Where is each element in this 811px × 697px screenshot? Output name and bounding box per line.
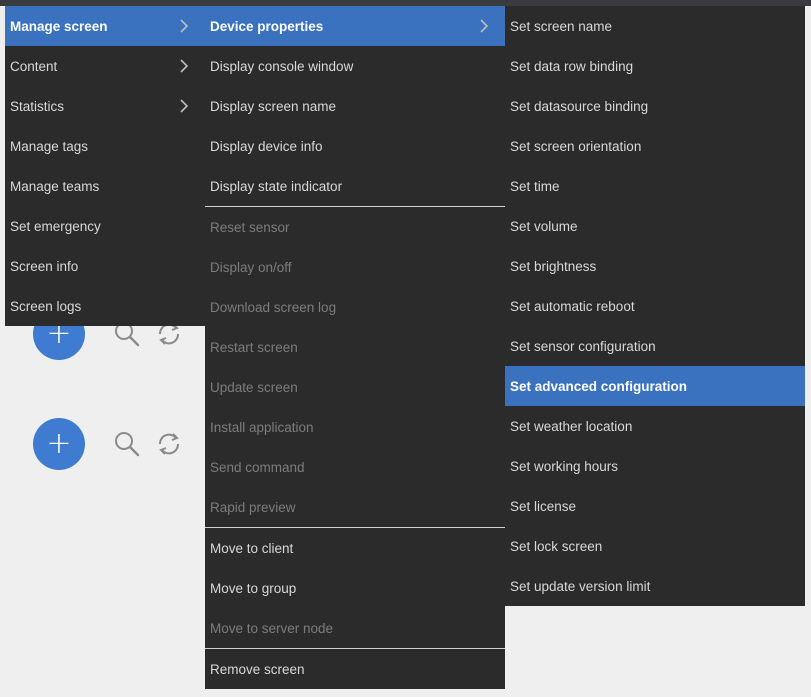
menu-item-label: Display state indicator <box>210 178 343 194</box>
menu-item-label: Update screen <box>210 379 298 395</box>
menu-item-set-volume[interactable]: Set volume <box>505 206 805 246</box>
menu-item-set-advanced-configuration[interactable]: Set advanced configuration <box>505 366 805 406</box>
menu-item-label: Manage tags <box>10 138 89 154</box>
menu-item-set-sensor-configuration[interactable]: Set sensor configuration <box>505 326 805 366</box>
menu-item-manage-screen[interactable]: Manage screen <box>5 6 205 46</box>
menu-item-label: Move to server node <box>210 620 334 636</box>
add-symbol: + <box>46 426 72 461</box>
context-menu-level-2: Device properties Display console window D… <box>205 6 505 689</box>
menu-item-label: Set lock screen <box>510 538 603 554</box>
menu-item-manage-tags[interactable]: Manage tags <box>5 126 205 166</box>
menu-item-set-screen-name[interactable]: Set screen name <box>505 6 805 46</box>
menu-item-label: Display screen name <box>210 98 337 114</box>
menu-item-label: Reset sensor <box>210 219 290 235</box>
menu-item-label: Set screen orientation <box>510 138 642 154</box>
menu-item-move-to-client[interactable]: Move to client <box>205 528 505 568</box>
menu-item-label: Set datasource binding <box>510 98 649 114</box>
menu-item-set-working-hours[interactable]: Set working hours <box>505 446 805 486</box>
menu-item-label: Set brightness <box>510 258 597 274</box>
menu-item-set-lock-screen[interactable]: Set lock screen <box>505 526 805 566</box>
menu-item-screen-info[interactable]: Screen info <box>5 246 205 286</box>
menu-item-label: Set update version limit <box>510 578 651 594</box>
menu-item-set-data-row-binding[interactable]: Set data row binding <box>505 46 805 86</box>
menu-item-manage-teams[interactable]: Manage teams <box>5 166 205 206</box>
menu-item-display-device-info[interactable]: Display device info <box>205 126 505 166</box>
menu-item-screen-logs[interactable]: Screen logs <box>5 286 205 326</box>
menu-item-remove-screen[interactable]: Remove screen <box>205 649 505 689</box>
search-icon[interactable] <box>113 430 141 458</box>
menu-item-set-time[interactable]: Set time <box>505 166 805 206</box>
menu-item-set-weather-location[interactable]: Set weather location <box>505 406 805 446</box>
menu-item-display-on-off: Display on/off <box>205 247 505 287</box>
menu-item-label: Screen logs <box>10 298 82 314</box>
menu-item-label: Set license <box>510 498 577 514</box>
menu-item-label: Move to client <box>210 540 294 556</box>
menu-item-display-state-indicator[interactable]: Display state indicator <box>205 166 505 206</box>
menu-item-send-command: Send command <box>205 447 505 487</box>
menu-item-display-screen-name[interactable]: Display screen name <box>205 86 505 126</box>
menu-item-label: Set advanced configuration <box>510 378 688 394</box>
menu-item-move-to-server-node: Move to server node <box>205 608 505 648</box>
menu-item-set-update-version-limit[interactable]: Set update version limit <box>505 566 805 606</box>
menu-item-label: Display device info <box>210 138 323 154</box>
menu-item-label: Install application <box>210 419 314 435</box>
menu-item-label: Screen info <box>10 258 79 274</box>
menu-item-device-properties[interactable]: Device properties <box>205 6 505 46</box>
menu-item-label: Device properties <box>210 18 324 34</box>
menu-item-label: Display on/off <box>210 259 292 275</box>
chevron-right-icon <box>177 19 191 33</box>
menu-item-label: Set weather location <box>510 418 633 434</box>
menu-item-label: Manage screen <box>10 18 108 34</box>
menu-item-label: Set sensor configuration <box>510 338 656 354</box>
menu-item-set-datasource-binding[interactable]: Set datasource binding <box>505 86 805 126</box>
add-button[interactable]: + <box>33 418 85 470</box>
menu-item-label: Remove screen <box>210 661 305 677</box>
menu-item-label: Set automatic reboot <box>510 298 635 314</box>
menu-item-content[interactable]: Content <box>5 46 205 86</box>
menu-item-label: Download screen log <box>210 299 337 315</box>
menu-item-label: Set screen name <box>510 18 613 34</box>
menu-item-set-automatic-reboot[interactable]: Set automatic reboot <box>505 286 805 326</box>
menu-item-install-application: Install application <box>205 407 505 447</box>
menu-item-label: Send command <box>210 459 305 475</box>
menu-item-label: Set volume <box>510 218 578 234</box>
toolbar-row-2: + <box>33 418 183 470</box>
menu-item-set-brightness[interactable]: Set brightness <box>505 246 805 286</box>
menu-item-display-console-window[interactable]: Display console window <box>205 46 505 86</box>
chevron-right-icon <box>177 59 191 73</box>
menu-item-set-screen-orientation[interactable]: Set screen orientation <box>505 126 805 166</box>
menu-item-label: Statistics <box>10 98 65 114</box>
chevron-right-icon <box>477 19 491 33</box>
menu-item-update-screen: Update screen <box>205 367 505 407</box>
menu-item-label: Set time <box>510 178 560 194</box>
menu-item-statistics[interactable]: Statistics <box>5 86 205 126</box>
menu-item-label: Move to group <box>210 580 297 596</box>
menu-item-reset-sensor: Reset sensor <box>205 207 505 247</box>
menu-item-label: Set data row binding <box>510 58 634 74</box>
menu-item-set-emergency[interactable]: Set emergency <box>5 206 205 246</box>
menu-item-label: Set emergency <box>10 218 101 234</box>
menu-item-restart-screen: Restart screen <box>205 327 505 367</box>
refresh-icon[interactable] <box>155 430 183 458</box>
menu-item-label: Restart screen <box>210 339 298 355</box>
menu-item-set-license[interactable]: Set license <box>505 486 805 526</box>
chevron-right-icon <box>177 99 191 113</box>
menu-item-label: Content <box>10 58 58 74</box>
menu-item-label: Manage teams <box>10 178 100 194</box>
context-menu-level-3: Set screen name Set data row binding Set d… <box>505 6 805 606</box>
menu-item-label: Display console window <box>210 58 354 74</box>
menu-item-label: Set working hours <box>510 458 619 474</box>
context-menu-level-1: Manage screen Content Statistics Manage tag… <box>5 6 205 326</box>
menu-item-download-screen-log: Download screen log <box>205 287 505 327</box>
menu-item-label: Rapid preview <box>210 499 296 515</box>
menu-item-rapid-preview: Rapid preview <box>205 487 505 527</box>
menu-item-move-to-group[interactable]: Move to group <box>205 568 505 608</box>
